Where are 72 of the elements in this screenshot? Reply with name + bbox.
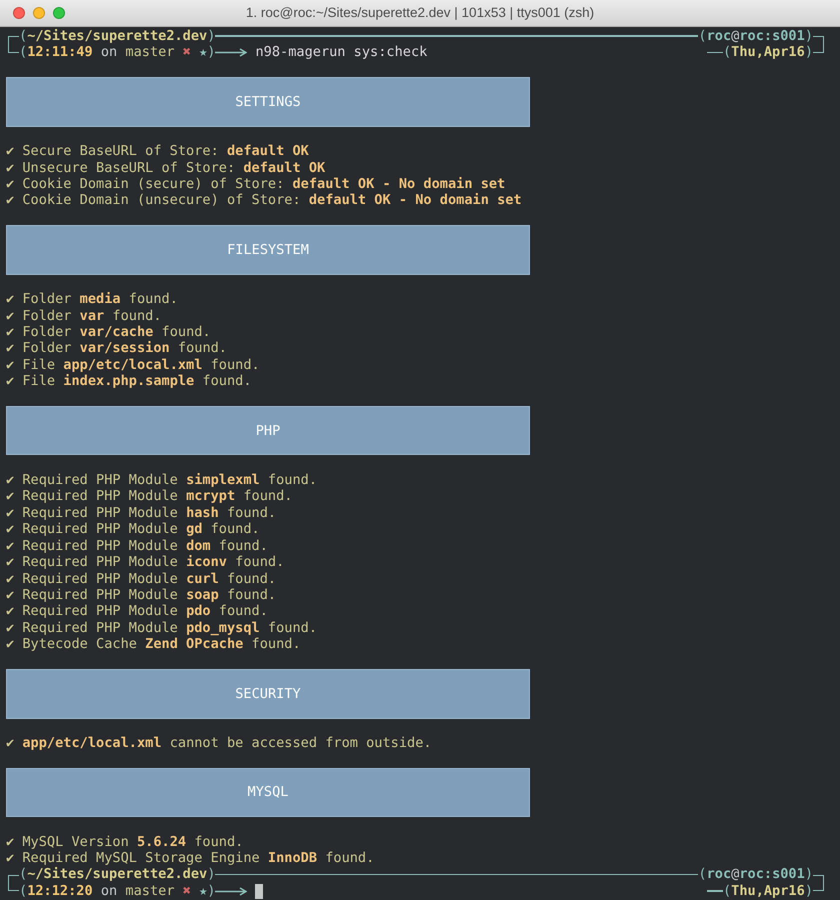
bracket: ( <box>19 44 28 61</box>
check-result: ✔ Required PHP Module mcrypt found. <box>6 488 292 505</box>
arrow-icon <box>215 48 248 58</box>
arrow-icon <box>215 886 248 896</box>
check-result: ✔ Required PHP Module curl found. <box>6 570 276 587</box>
bracket: ) <box>207 866 216 883</box>
prompt-at-sign: @ <box>731 866 740 883</box>
section-banner: SECURITY <box>6 669 530 718</box>
bracket: ) <box>207 882 216 900</box>
check-result: ✔ File app/etc/local.xml found. <box>6 356 260 374</box>
prompt-path: ~/Sites/superette2.dev <box>27 28 208 44</box>
check-result: ✔ Folder var/cache found. <box>6 324 211 340</box>
section-banner: PHP <box>6 406 530 456</box>
window-title: 1. roc@roc:~/Sites/superette2.dev | 101x53 | ttys001 (zsh) <box>246 4 594 20</box>
check-result: ✔ Required PHP Module simplexml found. <box>6 472 318 488</box>
command-text: n98-magerun sys:check <box>255 44 428 61</box>
check-result: ✔ Required PHP Module soap found. <box>6 586 276 604</box>
check-result: ✔ Secure BaseURL of Store: default OK <box>6 143 309 160</box>
check-result: ✔ Unsecure BaseURL of Store: default OK <box>6 160 326 176</box>
bracket: ( <box>19 866 28 883</box>
prompt-date: Thu,Apr16 <box>731 882 805 900</box>
check-result: ✔ MySQL Version 5.6.24 found. <box>6 834 244 850</box>
git-dirty-mark: ✖ <box>182 44 191 61</box>
check-result: ✔ Bytecode Cache Zend OPcache found. <box>6 636 301 653</box>
close-button[interactable] <box>13 7 25 19</box>
bracket: ( <box>19 882 28 900</box>
section-banner: MYSQL <box>6 768 530 818</box>
check-result: ✔ Folder media found. <box>6 291 178 308</box>
check-result: ✔ Folder var/session found. <box>6 340 227 357</box>
bracket: ) <box>804 882 813 900</box>
check-result: ✔ Cookie Domain (secure) of Store: default OK - No domain set <box>6 176 506 192</box>
prompt-at-sign: @ <box>731 28 740 44</box>
bracket: ( <box>722 882 732 900</box>
git-star-mark: ★ <box>198 44 208 61</box>
bracket: ( <box>698 866 707 883</box>
prompt-text: on <box>100 882 118 900</box>
bracket: ) <box>804 44 813 61</box>
prompt-time: 12:11:49 <box>27 44 93 61</box>
check-result: ✔ Required PHP Module pdo found. <box>6 603 268 620</box>
git-dirty-mark: ✖ <box>182 882 191 900</box>
check-result: ✔ Required PHP Module hash found. <box>6 504 276 522</box>
bracket: ( <box>698 28 707 44</box>
prompt-text: on <box>100 44 118 61</box>
check-result: ✔ Required MySQL Storage Engine InnoDB found. <box>6 850 374 866</box>
prompt-host: roc:s001 <box>739 866 805 883</box>
bracket: ) <box>804 866 813 883</box>
check-result: ✔ Required PHP Module pdo_mysql found. <box>6 620 318 636</box>
git-star-mark: ★ <box>198 882 208 900</box>
prompt-path: ~/Sites/superette2.dev <box>27 866 208 883</box>
check-result: ✔ Folder var found. <box>6 308 162 324</box>
git-branch: master <box>125 882 175 900</box>
prompt-host: roc <box>706 28 732 44</box>
prompt-host: roc:s001 <box>739 28 805 44</box>
bracket: ( <box>19 28 28 44</box>
zoom-button[interactable] <box>53 7 65 19</box>
bracket: ( <box>722 44 732 61</box>
section-banner: SETTINGS <box>6 77 530 127</box>
minimize-button[interactable] <box>33 7 45 19</box>
check-result: ✔ Cookie Domain (unsecure) of Store: default OK - No domain set <box>6 192 522 209</box>
bracket: ) <box>804 28 813 44</box>
check-result: ✔ Required PHP Module iconv found. <box>6 554 284 571</box>
bracket: ) <box>207 28 216 44</box>
check-result: ✔ Required PHP Module gd found. <box>6 521 260 538</box>
check-result: ✔ File index.php.sample found. <box>6 373 252 390</box>
check-result: ✔ Required PHP Module dom found. <box>6 538 268 554</box>
prompt-time: 12:12:20 <box>27 882 93 900</box>
prompt-host: roc <box>706 866 732 883</box>
check-result: ✔ app/etc/local.xml cannot be accessed from outside. <box>6 734 432 752</box>
section-banner: FILESYSTEM <box>6 225 530 275</box>
git-branch: master <box>125 44 175 61</box>
bracket: ) <box>207 44 216 61</box>
prompt-date: Thu,Apr16 <box>731 44 805 61</box>
